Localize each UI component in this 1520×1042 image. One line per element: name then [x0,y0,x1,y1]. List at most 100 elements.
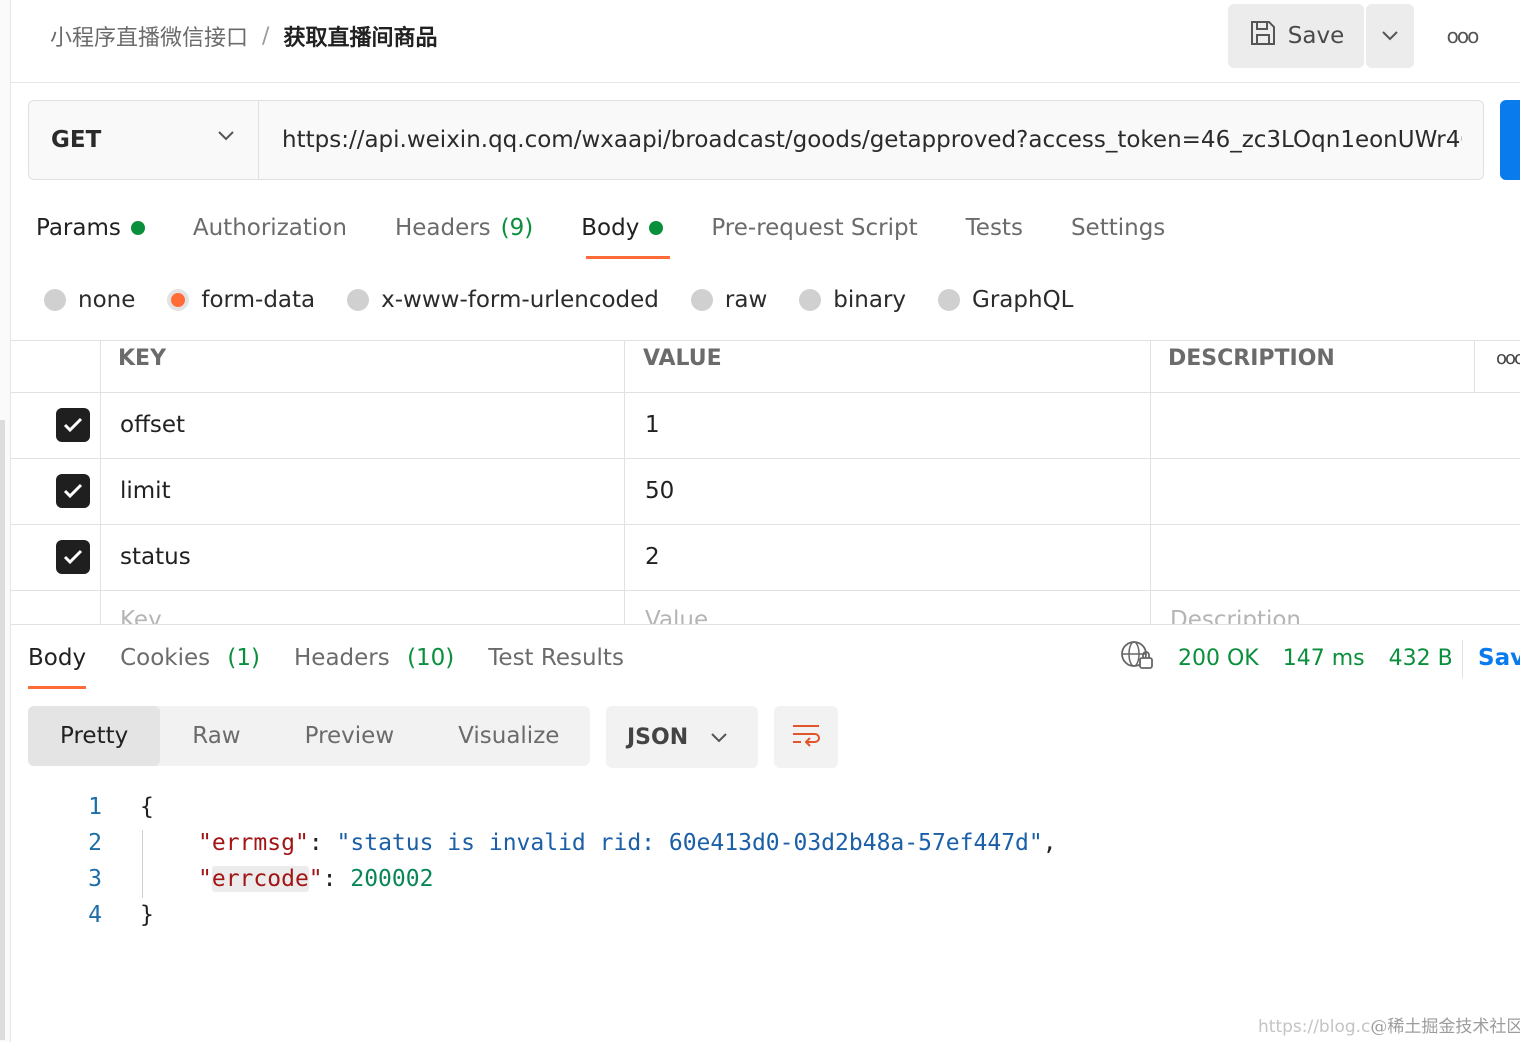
row-key-cell[interactable]: limit [120,478,171,504]
table-options-icon[interactable]: ooo [1496,348,1520,369]
line-number: 4 [88,902,102,928]
description-placeholder[interactable]: Description [1170,607,1301,624]
response-tab-body[interactable]: Body [28,645,86,671]
view-pretty[interactable]: Pretty [28,706,161,766]
line-number: 1 [88,794,102,820]
body-type-label: form-data [201,287,316,313]
new-row: Key Value Description [10,591,1520,624]
tab-tests[interactable]: Tests [966,208,1023,248]
response-tab-test-results[interactable]: Test Results [488,645,624,671]
checkmark-icon [63,483,83,499]
row-value-cell[interactable]: 1 [645,412,660,438]
close-brace: } [140,902,154,928]
checkmark-icon [63,549,83,565]
status-code[interactable]: 200 OK [1178,646,1259,671]
body-type-label: raw [724,287,768,313]
row-key-cell[interactable]: status [120,544,191,570]
body-type-form-data[interactable]: form-data [167,287,315,313]
json-string-value: status is invalid rid: 60e413d0-03d2b48a… [350,830,1029,856]
indent-guide [142,830,143,898]
tab-authorization[interactable]: Authorization [193,208,347,248]
url-input[interactable]: https://api.weixin.qq.com/wxaapi/broadca… [282,101,1462,179]
tab-authorization-label: Authorization [192,215,347,241]
watermark-brand: @稀土掘金技术社区 [1370,1017,1520,1037]
active-tab-underline [586,256,670,259]
breadcrumb-request-name[interactable]: 获取直播间商品 [283,20,437,52]
tab-params[interactable]: Params [36,208,145,248]
response-tab-headers[interactable]: Headers (10) [294,645,454,671]
breadcrumb: 小程序直播微信接口 / 获取直播间商品 [50,18,437,54]
row-checkbox[interactable] [56,474,90,508]
table-border [10,458,1520,459]
table-border [624,340,625,624]
wrap-lines-icon [790,720,822,754]
row-key-cell[interactable]: offset [120,412,185,438]
radio-icon [347,289,370,311]
radio-icon [799,289,822,311]
response-headers-count: (10) [407,645,455,671]
header-divider [10,82,1520,83]
cookies-count: (1) [227,645,261,671]
body-type-selector: none form-data x-www-form-urlencoded raw… [44,282,1106,318]
headers-count: (9) [500,215,534,241]
view-preview[interactable]: Preview [273,706,427,766]
row-checkbox[interactable] [56,540,90,574]
row-checkbox[interactable] [56,408,90,442]
chevron-down-icon [710,725,728,750]
line-number: 2 [88,830,102,856]
breadcrumb-collection[interactable]: 小程序直播微信接口 [50,20,248,52]
body-type-label: GraphQL [972,287,1074,313]
tab-headers[interactable]: Headers (9) [395,208,533,248]
tab-body[interactable]: Body [581,208,664,248]
view-visualize[interactable]: Visualize [426,706,591,766]
request-tabs: Params Authorization Headers (9) Body Pr… [36,208,1213,248]
response-active-underline [28,686,86,689]
table-border [1474,340,1475,392]
response-tabs: Body Cookies (1) Headers (10) Test Resul… [28,640,658,676]
tab-params-label: Params [36,215,121,241]
response-divider[interactable] [10,624,1520,625]
watermark: https://blog.c@稀土掘金技术社区 [1258,1012,1520,1037]
code-line: { [140,794,154,820]
body-type-raw[interactable]: raw [690,287,768,313]
code-line: "errmsg": "status is invalid rid: 60e413… [198,830,1057,856]
value-placeholder[interactable]: Value [645,607,708,624]
more-actions-icon[interactable]: ooo [1436,18,1488,54]
radio-icon [44,289,66,311]
table-border [100,340,101,624]
body-type-label: x-www-form-urlencoded [381,287,659,313]
body-type-urlencoded[interactable]: x-www-form-urlencoded [347,287,659,313]
response-time[interactable]: 147 ms [1283,646,1365,671]
body-indicator-dot [649,221,664,235]
tab-tests-label: Tests [965,215,1023,241]
tab-settings[interactable]: Settings [1071,208,1165,248]
view-raw[interactable]: Raw [160,706,272,766]
tab-pre-request-script[interactable]: Pre-request Script [711,208,917,248]
response-tab-cookies[interactable]: Cookies (1) [120,645,260,671]
row-value-cell[interactable]: 50 [645,478,674,504]
save-icon [1248,18,1278,54]
body-type-binary[interactable]: binary [799,287,906,313]
response-headers-label: Headers [294,645,390,671]
globe-lock-icon[interactable] [1120,640,1154,676]
row-value-cell[interactable]: 2 [645,544,660,570]
table-border [1150,340,1151,624]
key-placeholder[interactable]: Key [120,607,162,624]
table-border [10,340,1520,341]
response-size[interactable]: 432 B [1389,646,1453,671]
tab-pre-request-label: Pre-request Script [711,215,918,241]
save-button[interactable]: Save [1228,4,1364,68]
cookies-label: Cookies [120,645,211,671]
send-button[interactable] [1500,100,1520,180]
scrollbar[interactable] [0,420,5,1040]
vertical-divider [1462,640,1463,678]
format-select[interactable]: JSON [606,706,758,768]
code-line: "errcode": 200002 [198,866,434,892]
body-type-graphql[interactable]: GraphQL [938,287,1074,313]
params-indicator-dot [130,221,145,235]
body-type-none[interactable]: none [44,287,135,313]
save-response-button[interactable]: Sav [1478,640,1520,676]
wrap-lines-button[interactable] [774,706,838,768]
watermark-url: https://blog.c [1258,1017,1371,1037]
save-options-dropdown[interactable] [1366,4,1414,68]
